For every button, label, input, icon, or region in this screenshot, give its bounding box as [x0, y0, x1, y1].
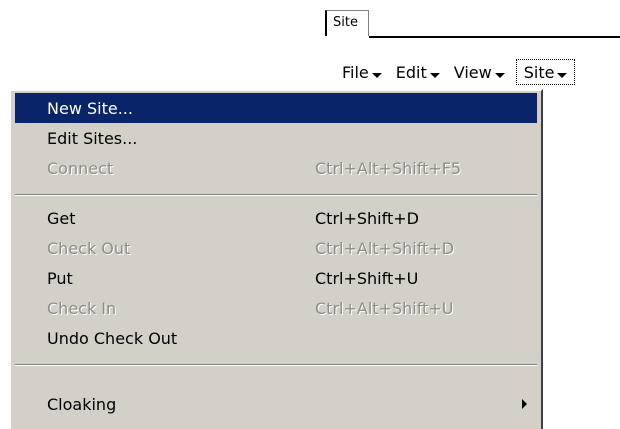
menu-item-label: New Site...	[47, 98, 133, 118]
chevron-down-icon	[371, 72, 382, 78]
menu-view-label: View	[453, 62, 492, 82]
chevron-down-icon	[557, 72, 568, 78]
menu-item-label: Connect	[47, 158, 114, 178]
menu-item-cloaking[interactable]: Cloaking	[15, 389, 537, 419]
chevron-down-icon	[494, 72, 505, 78]
menu-item-label: Undo Check Out	[47, 328, 178, 348]
menu-item-label: Check Out	[47, 238, 131, 258]
menu-bar: File Edit View Site	[335, 58, 576, 86]
menu-site[interactable]: Site	[515, 59, 576, 85]
menu-item-shortcut: Ctrl+Alt+Shift+D	[315, 238, 455, 258]
menu-file[interactable]: File	[335, 59, 389, 85]
menu-item-check-in[interactable]: Check In Ctrl+Alt+Shift+U	[15, 293, 537, 323]
chevron-down-icon	[429, 72, 440, 78]
menu-edit[interactable]: Edit	[389, 59, 447, 85]
menu-item-check-out[interactable]: Check Out Ctrl+Alt+Shift+D	[15, 233, 537, 263]
menu-item-shortcut: Ctrl+Shift+U	[315, 268, 419, 288]
panel-tab-strip: Site	[325, 10, 620, 38]
tab-site[interactable]: Site	[325, 10, 369, 36]
menu-item-label: Put	[47, 268, 73, 288]
site-dropdown-menu: New Site... Edit Sites... Connect Ctrl+A…	[9, 89, 543, 429]
menu-item-edit-sites[interactable]: Edit Sites...	[15, 123, 537, 153]
menu-site-label: Site	[523, 62, 555, 82]
menu-item-shortcut: Ctrl+Shift+D	[315, 208, 419, 228]
tab-divider	[369, 36, 620, 38]
menu-file-label: File	[342, 62, 369, 82]
menu-edit-label: Edit	[395, 62, 427, 82]
menu-item-undo-check-out[interactable]: Undo Check Out	[15, 323, 537, 353]
menu-item-label: Cloaking	[47, 394, 117, 414]
menu-separator	[15, 194, 537, 196]
menu-item-shortcut: Ctrl+Alt+Shift+F5	[315, 158, 462, 178]
menu-item-get[interactable]: Get Ctrl+Shift+D	[15, 203, 537, 233]
menu-view[interactable]: View	[447, 59, 512, 85]
menu-item-new-site[interactable]: New Site...	[15, 93, 537, 123]
menu-separator	[15, 364, 537, 366]
menu-item-shortcut: Ctrl+Alt+Shift+U	[315, 298, 454, 318]
menu-item-connect[interactable]: Connect Ctrl+Alt+Shift+F5	[15, 153, 537, 183]
menu-item-label: Get	[47, 208, 76, 228]
menu-item-put[interactable]: Put Ctrl+Shift+U	[15, 263, 537, 293]
menu-item-label: Check In	[47, 298, 117, 318]
submenu-arrow-icon	[522, 399, 527, 409]
menu-item-label: Edit Sites...	[47, 128, 138, 148]
